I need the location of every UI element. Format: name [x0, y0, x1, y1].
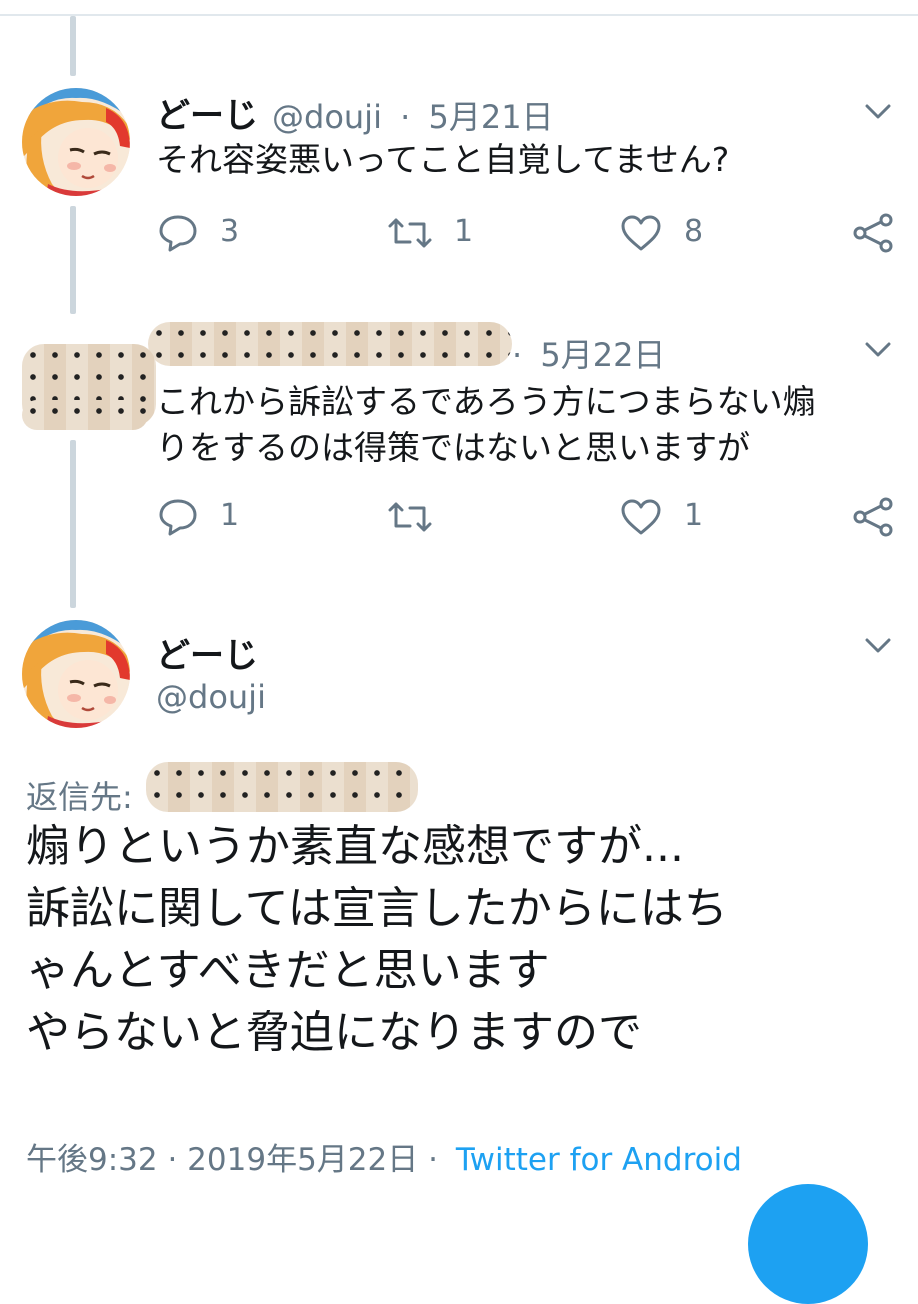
timestamp[interactable]: 午後9:32 · 2019年5月22日 ·	[26, 1142, 438, 1178]
main-tweet-line: 訴訟に関しては宣言したからにはち	[26, 883, 728, 934]
tweet-text-line: これから訴訟するであろう方につまらない煽	[156, 382, 816, 421]
retweet-icon[interactable]	[386, 500, 434, 534]
like-icon[interactable]	[620, 498, 662, 536]
top-divider	[0, 14, 918, 16]
tweet-meta: @douji · 5月21日	[272, 92, 554, 138]
main-tweet-line: 煽りというか素直な感想ですが...	[26, 821, 684, 872]
retweet-count: 1	[454, 214, 474, 249]
chevron-down-icon[interactable]	[864, 636, 892, 660]
compose-button[interactable]	[748, 1184, 868, 1304]
source-link[interactable]: Twitter for Android	[456, 1142, 742, 1178]
thread-line	[70, 440, 76, 608]
separator-dot: ·	[512, 336, 523, 374]
retweet-icon[interactable]	[386, 216, 434, 250]
reply-count: 1	[220, 498, 240, 533]
like-icon[interactable]	[620, 214, 662, 252]
author-handle[interactable]: @douji	[156, 678, 266, 716]
tweet-date[interactable]: 5月21日	[428, 98, 553, 136]
main-tweet-line: ゃんとすべきだと思います	[26, 945, 550, 996]
tweet-timestamp-row: 午後9:32 · 2019年5月22日 · Twitter for Androi…	[26, 1134, 742, 1179]
thread-line	[70, 16, 76, 76]
tweet-text-line: りをするのは得策ではないと思いますが	[156, 428, 750, 467]
censored-avatar-bottom	[22, 400, 148, 430]
share-icon[interactable]	[852, 212, 894, 254]
reply-count: 3	[220, 214, 240, 249]
chevron-down-icon[interactable]	[864, 102, 892, 126]
avatar[interactable]	[22, 620, 130, 728]
author-name[interactable]: どーじ	[156, 88, 258, 137]
reply-to-label: 返信先:	[26, 778, 133, 816]
reply-icon[interactable]	[158, 498, 198, 536]
author-handle[interactable]: @douji	[272, 98, 382, 136]
author-name[interactable]: どーじ	[156, 628, 258, 677]
main-tweet-line: やらないと脅迫になりますので	[26, 1007, 642, 1058]
tweet-text: それ容姿悪いってこと自覚してません?	[156, 140, 730, 179]
like-count: 8	[684, 214, 704, 249]
tweet-meta: · 5月22日	[512, 330, 665, 376]
avatar[interactable]	[22, 88, 130, 196]
tweet-date[interactable]: 5月22日	[540, 336, 665, 374]
censored-name	[148, 322, 512, 366]
chevron-down-icon[interactable]	[864, 340, 892, 364]
share-icon[interactable]	[852, 496, 894, 538]
reply-icon[interactable]	[158, 214, 198, 252]
censored-reply-target	[146, 762, 418, 812]
like-count: 1	[684, 498, 704, 533]
separator-dot: ·	[400, 98, 411, 136]
thread-line	[70, 206, 76, 314]
